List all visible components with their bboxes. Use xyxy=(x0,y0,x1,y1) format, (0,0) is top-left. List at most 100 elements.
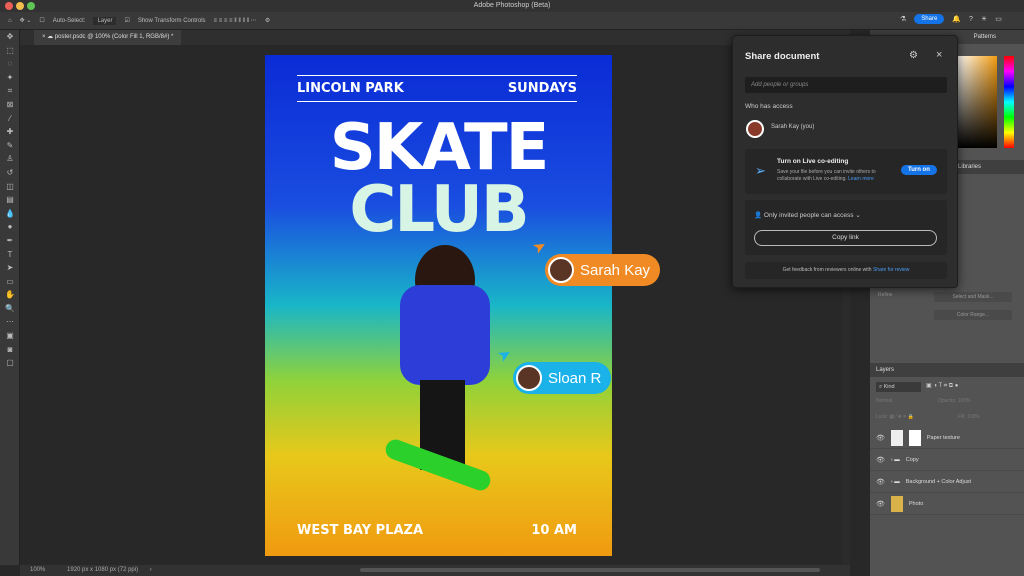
layer-name: Copy xyxy=(905,456,919,463)
eraser-icon[interactable]: ◫ xyxy=(0,180,20,194)
copy-link-button[interactable]: Copy link xyxy=(754,230,937,246)
layer-row[interactable]: 👁 Paper texture xyxy=(870,427,1024,449)
layer-row[interactable]: 👁 › ▬ Copy xyxy=(870,449,1024,471)
magic-wand-icon[interactable]: ✦ xyxy=(0,71,20,85)
layer-thumbnail xyxy=(890,429,903,446)
layer-row[interactable]: 👁 › ▬ Background + Color Adjust xyxy=(870,471,1024,493)
chevron-right-icon[interactable]: › xyxy=(150,567,152,573)
select-mask-button[interactable]: Select and Mask... xyxy=(934,292,1012,302)
tips-icon[interactable]: ☀ xyxy=(981,15,987,23)
poster-artwork[interactable]: LINCOLN PARK SUNDAYS SKATE CLUB WEST BAY… xyxy=(265,55,612,556)
kind-label: Kind xyxy=(883,384,895,390)
close-window-button[interactable] xyxy=(5,2,13,10)
eye-icon[interactable]: 👁 xyxy=(876,456,885,464)
home-icon[interactable]: ⌂ xyxy=(8,18,12,24)
coedit-title: Turn on Live co-editing xyxy=(777,158,849,165)
layer-name: Photo xyxy=(908,500,924,507)
horizontal-scrollbar[interactable] xyxy=(360,568,820,572)
add-people-input[interactable]: Add people or groups xyxy=(745,77,947,93)
lasso-tool-icon[interactable]: ◌ xyxy=(0,57,20,71)
minimize-window-button[interactable] xyxy=(16,2,24,10)
color-picker-field[interactable] xyxy=(957,56,997,148)
share-button[interactable]: Share xyxy=(914,14,945,24)
move-tool-icon[interactable]: ✥ xyxy=(0,30,20,44)
learn-more-link[interactable]: Learn more xyxy=(848,176,874,182)
screen-mode-icon[interactable]: ▢ xyxy=(0,356,20,370)
blend-mode-select[interactable]: Normal xyxy=(876,398,892,404)
hand-icon[interactable]: ✋ xyxy=(0,288,20,302)
blur-icon[interactable]: 💧 xyxy=(0,207,20,221)
color-range-button[interactable]: Color Range... xyxy=(934,310,1012,320)
feedback-card: Get feedback from reviewers online with … xyxy=(745,262,947,279)
tab-layers[interactable]: Layers xyxy=(876,367,894,373)
divider xyxy=(297,101,577,102)
workspace-icon[interactable]: ▭ xyxy=(995,15,1002,23)
hue-slider[interactable] xyxy=(1004,56,1014,148)
marquee-tool-icon[interactable]: ⬚ xyxy=(0,44,20,58)
help-icon[interactable]: ? xyxy=(969,16,973,23)
tab-libraries[interactable]: Libraries xyxy=(958,164,981,170)
move-tool-icon[interactable]: ✥ ⌄ xyxy=(20,17,32,24)
share-for-review-link[interactable]: Share for review xyxy=(873,267,909,273)
pen-icon[interactable]: ✒ xyxy=(0,234,20,248)
type-icon[interactable]: T xyxy=(0,248,20,262)
chevron-down-icon: ⌄ xyxy=(855,212,861,219)
gradient-icon[interactable]: ▤ xyxy=(0,193,20,207)
gear-icon[interactable]: ⚙ xyxy=(265,17,270,24)
transform-label: Show Transform Controls xyxy=(137,17,206,24)
layer-filter-kind[interactable]: ⌕ Kind xyxy=(876,382,921,392)
opacity-input[interactable]: 100% xyxy=(958,398,971,404)
live-coediting-card: ➢ Turn on Live co-editing Save your file… xyxy=(745,149,947,194)
eye-icon[interactable]: 👁 xyxy=(876,434,885,442)
crop-tool-icon[interactable]: ⌗ xyxy=(0,84,20,98)
zoom-level[interactable]: 100% xyxy=(30,567,45,573)
layer-row[interactable]: 👁 Photo xyxy=(870,493,1024,515)
brush-icon[interactable]: ✎ xyxy=(0,139,20,153)
tools-panel: ✥ ⬚ ◌ ✦ ⌗ ⊠ ⁄ ✚ ✎ ♙ ↺ ◫ ▤ 💧 ● ✒ T ➤ ▭ ✋ … xyxy=(0,30,20,565)
paper-plane-icon: ➢ xyxy=(755,163,766,178)
poster-bottom-right: 10 AM xyxy=(531,523,577,538)
eyedropper-icon[interactable]: ⁄ xyxy=(0,112,20,126)
auto-select-checkbox[interactable]: ☐ xyxy=(39,17,44,24)
turn-on-button[interactable]: Turn on xyxy=(901,165,937,175)
more-tools-icon[interactable]: ⋯ xyxy=(0,315,20,329)
dodge-icon[interactable]: ● xyxy=(0,220,20,234)
collaborator-cursor-sloan: Sloan R xyxy=(513,362,612,394)
transform-checkbox[interactable]: ☑ xyxy=(124,17,129,24)
auto-select-dropdown[interactable]: Layer xyxy=(93,16,117,25)
options-bar: ⌂ ✥ ⌄ ☐ Auto-Select: Layer ☑ Show Transf… xyxy=(0,12,1024,30)
frame-tool-icon[interactable]: ⊠ xyxy=(0,98,20,112)
link-access-card: 👤 Only invited people can access ⌄ Copy … xyxy=(745,200,947,255)
quick-mask-icon[interactable]: ◙ xyxy=(0,343,20,357)
path-select-icon[interactable]: ➤ xyxy=(0,261,20,275)
zoom-icon[interactable]: 🔍 xyxy=(0,302,20,316)
eye-icon[interactable]: 👁 xyxy=(876,500,885,508)
access-mode: Only invited people can access xyxy=(763,212,854,219)
tab-poster[interactable]: × ☁ poster.psdc @ 100% (Color Fill 1, RG… xyxy=(34,30,182,45)
poster-title-skate: SKATE xyxy=(329,111,550,185)
feedback-text: Get feedback from reviewers online with xyxy=(782,267,872,273)
flask-icon[interactable]: ⚗ xyxy=(900,15,906,23)
healing-icon[interactable]: ✚ xyxy=(0,125,20,139)
layer-filter-icons[interactable]: ▣ ◑ T ⌗ ⧉ ● xyxy=(926,382,958,390)
maximize-window-button[interactable] xyxy=(27,2,35,10)
tab-patterns[interactable]: Patterns xyxy=(974,34,996,40)
poster-title-club: CLUB xyxy=(349,173,529,247)
fill-input[interactable]: 100% xyxy=(967,414,980,420)
tab-label: poster.psdc @ 100% (Color Fill 1, RGB/8#… xyxy=(54,34,174,40)
document-tabs: × ☁ poster.psdc @ 100% (Color Fill 1, RG… xyxy=(20,30,850,45)
title-bar: Adobe Photoshop (Beta) xyxy=(0,0,1024,12)
person-icon: 👤 xyxy=(754,212,764,219)
close-icon[interactable]: × xyxy=(936,49,942,61)
access-dropdown[interactable]: 👤 Only invited people can access ⌄ xyxy=(754,211,861,219)
align-icons[interactable]: ≡ ≡ ≡ ≡ ‖ ‖ ‖ ‖ ⋯ xyxy=(214,17,257,24)
eye-icon[interactable]: 👁 xyxy=(876,478,885,486)
shape-icon[interactable]: ▭ xyxy=(0,275,20,289)
stamp-icon[interactable]: ♙ xyxy=(0,152,20,166)
history-brush-icon[interactable]: ↺ xyxy=(0,166,20,180)
bell-icon[interactable]: 🔔 xyxy=(952,15,961,23)
settings-gear-icon[interactable]: ⚙ xyxy=(909,50,918,61)
divider xyxy=(297,75,577,76)
avatar xyxy=(516,365,542,391)
color-swatches[interactable]: ▣ xyxy=(0,329,20,343)
